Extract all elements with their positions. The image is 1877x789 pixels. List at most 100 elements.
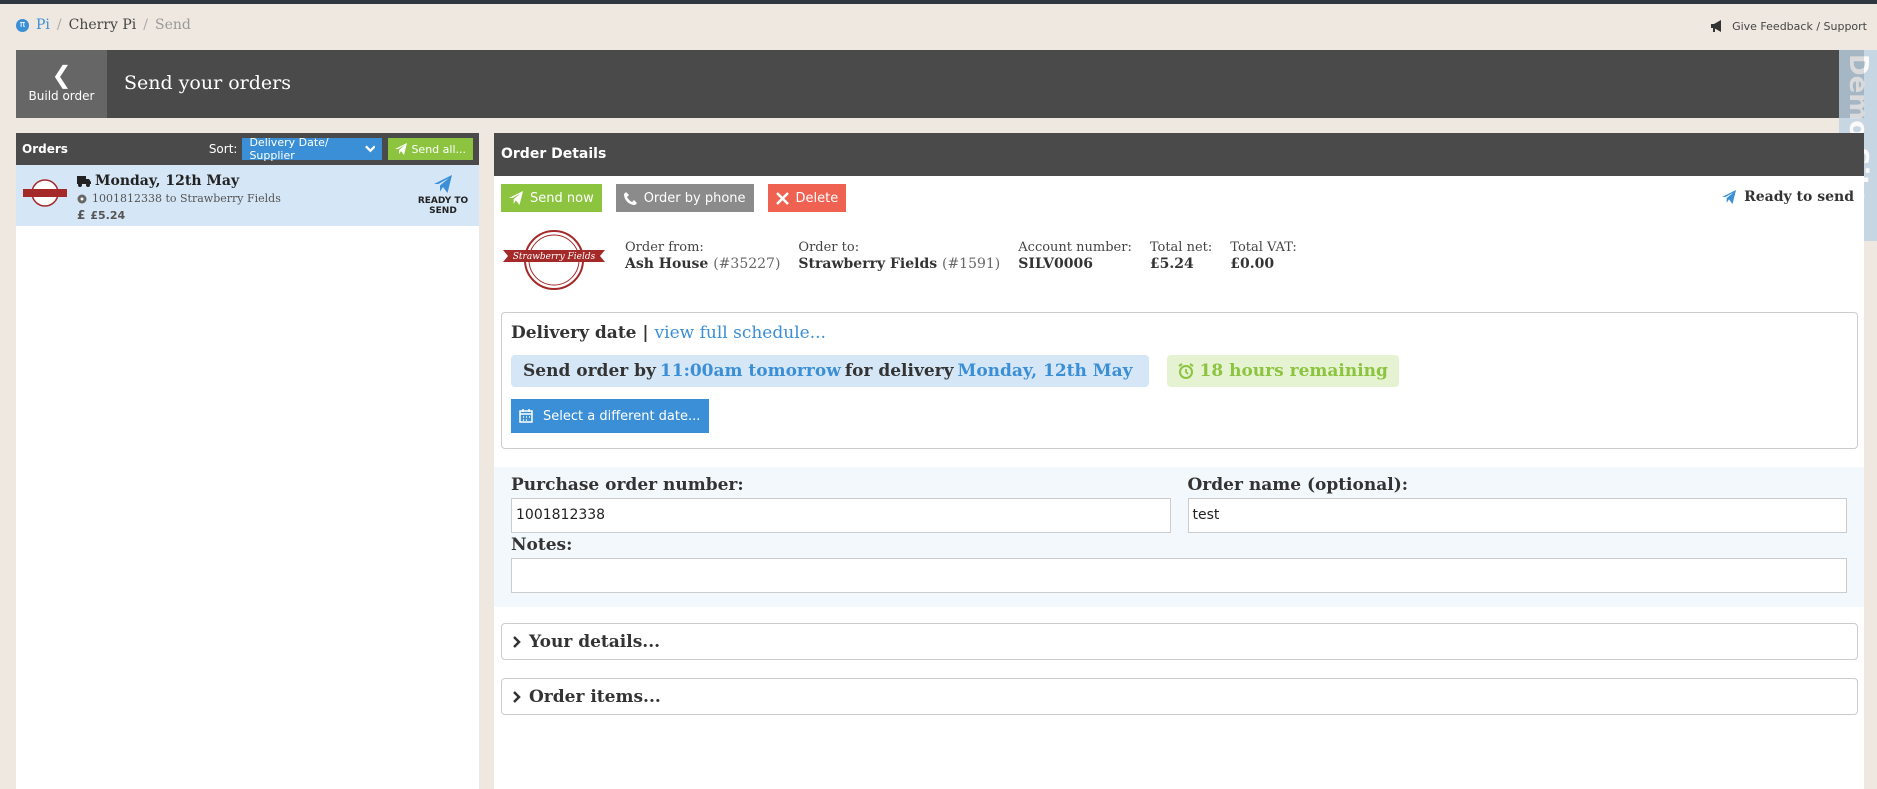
paper-plane-icon bbox=[434, 175, 452, 193]
chevron-right-icon bbox=[513, 635, 521, 648]
order-to-value: Strawberry Fields bbox=[798, 256, 938, 272]
total-vat: Total VAT: £0.00 bbox=[1230, 240, 1297, 272]
order-details-panel: Order Details Send now Order by phone De… bbox=[494, 133, 1864, 789]
total-net: Total net: £5.24 bbox=[1150, 240, 1212, 272]
select-date-label: Select a different date... bbox=[543, 408, 701, 424]
phone-icon bbox=[623, 191, 637, 205]
order-name-label: Order name (optional): bbox=[1187, 475, 1409, 495]
account-label: Account number: bbox=[1018, 240, 1132, 255]
time-remaining-badge: 18 hours remaining bbox=[1166, 355, 1399, 387]
order-by-phone-button[interactable]: Order by phone bbox=[615, 184, 754, 212]
send-now-label: Send now bbox=[530, 190, 594, 206]
chevron-right-icon bbox=[513, 690, 521, 703]
sort-value: Delivery Date/ Supplier bbox=[249, 136, 329, 162]
megaphone-icon bbox=[1711, 20, 1722, 32]
breadcrumb-separator: / bbox=[143, 17, 148, 33]
chevron-down-icon bbox=[364, 145, 376, 153]
order-by-phone-label: Order by phone bbox=[643, 190, 746, 206]
paper-plane-icon bbox=[395, 143, 408, 155]
orders-panel: Orders Sort: Delivery Date/ Supplier Sen… bbox=[16, 133, 479, 789]
total-vat-label: Total VAT: bbox=[1230, 240, 1297, 255]
supplier-logo bbox=[23, 179, 67, 207]
alarm-clock-icon bbox=[1177, 363, 1194, 379]
paper-plane-icon bbox=[509, 191, 523, 205]
paper-plane-icon bbox=[1722, 190, 1737, 204]
order-items-section[interactable]: Order items... bbox=[501, 678, 1858, 715]
order-date: Monday, 12th May bbox=[77, 173, 239, 189]
delivery-date-box: Delivery date | view full schedule... Se… bbox=[501, 312, 1858, 449]
order-description-label: 1001812338 to Strawberry Fields bbox=[92, 192, 281, 205]
build-order-button[interactable]: ❮ Build order bbox=[16, 50, 107, 118]
order-status-label: READY TO SEND bbox=[417, 196, 469, 216]
delivery-title: Delivery date | view full schedule... bbox=[511, 323, 826, 343]
order-status: READY TO SEND bbox=[415, 175, 471, 216]
notes-label: Notes: bbox=[511, 535, 573, 555]
send-all-button[interactable]: Send all... bbox=[388, 138, 473, 160]
top-bar bbox=[0, 0, 1877, 4]
po-number-label: Purchase order number: bbox=[511, 475, 744, 495]
order-status-indicator: Ready to send bbox=[1722, 189, 1854, 205]
account-value: SILV0006 bbox=[1018, 256, 1093, 272]
send-now-button[interactable]: Send now bbox=[501, 184, 602, 212]
dot-circle-icon bbox=[77, 194, 87, 203]
po-number-input[interactable]: 1001812338 bbox=[511, 498, 1171, 533]
breadcrumb-home[interactable]: Pi bbox=[36, 17, 50, 33]
for-delivery-label: for delivery bbox=[844, 361, 954, 381]
feedback-link[interactable]: Give Feedback / Support bbox=[1710, 19, 1867, 33]
total-net-value: £5.24 bbox=[1149, 256, 1194, 272]
sort-select[interactable]: Delivery Date/ Supplier bbox=[242, 136, 383, 162]
calendar-icon bbox=[519, 409, 533, 423]
pi-logo-icon: π bbox=[16, 18, 29, 32]
send-by-time: 11:00am tomorrow bbox=[659, 361, 841, 381]
page-title: Send your orders bbox=[124, 72, 291, 94]
breadcrumb: π Pi / Cherry Pi / Send bbox=[16, 17, 191, 33]
delivery-title-label: Delivery date bbox=[511, 323, 637, 343]
your-details-section[interactable]: Your details... bbox=[501, 623, 1858, 660]
account-number: Account number: SILV0006 bbox=[1018, 240, 1132, 272]
total-net-label: Total net: bbox=[1149, 240, 1213, 255]
close-icon bbox=[775, 191, 789, 205]
pound-icon: £ bbox=[77, 208, 86, 222]
breadcrumb-current: Send bbox=[155, 17, 191, 33]
order-status-text: Ready to send bbox=[1744, 189, 1854, 205]
order-form: Purchase order number: 1001812338 Order … bbox=[494, 467, 1864, 607]
time-remaining-label: 18 hours remaining bbox=[1199, 361, 1388, 381]
sort-label: Sort: bbox=[208, 142, 238, 156]
order-from-value: Ash House bbox=[625, 256, 709, 272]
order-summary: Strawberry Fields Order from: Ash House … bbox=[501, 229, 1297, 291]
order-details-title: Order Details bbox=[494, 133, 1864, 176]
order-date-label: Monday, 12th May bbox=[95, 173, 240, 189]
order-to-id: (#1591) bbox=[941, 256, 1001, 272]
notes-input[interactable] bbox=[511, 558, 1847, 593]
order-from: Order from: Ash House (#35227) bbox=[625, 240, 780, 272]
order-from-id: (#35227) bbox=[713, 256, 781, 272]
order-items-label: Order items... bbox=[529, 686, 661, 707]
orders-header: Orders Sort: Delivery Date/ Supplier Sen… bbox=[16, 133, 479, 165]
order-name-input[interactable]: test bbox=[1187, 498, 1847, 533]
feedback-label: Give Feedback / Support bbox=[1732, 19, 1867, 33]
order-from-label: Order from: bbox=[625, 240, 704, 255]
select-date-button[interactable]: Select a different date... bbox=[511, 399, 709, 433]
orders-title: Orders bbox=[22, 142, 68, 156]
order-actions: Send now Order by phone Delete bbox=[501, 184, 847, 212]
send-all-label: Send all... bbox=[411, 142, 466, 156]
order-price: £ £5.24 bbox=[77, 208, 125, 222]
order-to-label: Order to: bbox=[798, 240, 860, 255]
logo-text: Strawberry Fields bbox=[513, 252, 596, 262]
build-order-label: Build order bbox=[28, 88, 95, 103]
delete-button[interactable]: Delete bbox=[767, 184, 847, 212]
breadcrumb-site[interactable]: Cherry Pi bbox=[69, 17, 137, 33]
total-vat-value: £0.00 bbox=[1230, 256, 1275, 272]
order-description: 1001812338 to Strawberry Fields bbox=[77, 192, 281, 205]
order-to: Order to: Strawberry Fields (#1591) bbox=[798, 240, 1000, 272]
send-by-label: Send order by bbox=[523, 361, 656, 381]
page-header: ❮ Build order Send your orders bbox=[16, 50, 1864, 118]
your-details-label: Your details... bbox=[529, 631, 661, 652]
view-schedule-link[interactable]: view full schedule... bbox=[655, 323, 826, 343]
order-list-item[interactable]: Monday, 12th May 1001812338 to Strawberr… bbox=[16, 165, 479, 226]
delivery-date-value: Monday, 12th May bbox=[957, 361, 1133, 381]
truck-icon bbox=[77, 175, 91, 187]
order-price-label: £5.24 bbox=[90, 208, 126, 222]
breadcrumb-separator: / bbox=[56, 17, 62, 33]
delete-label: Delete bbox=[795, 190, 839, 206]
